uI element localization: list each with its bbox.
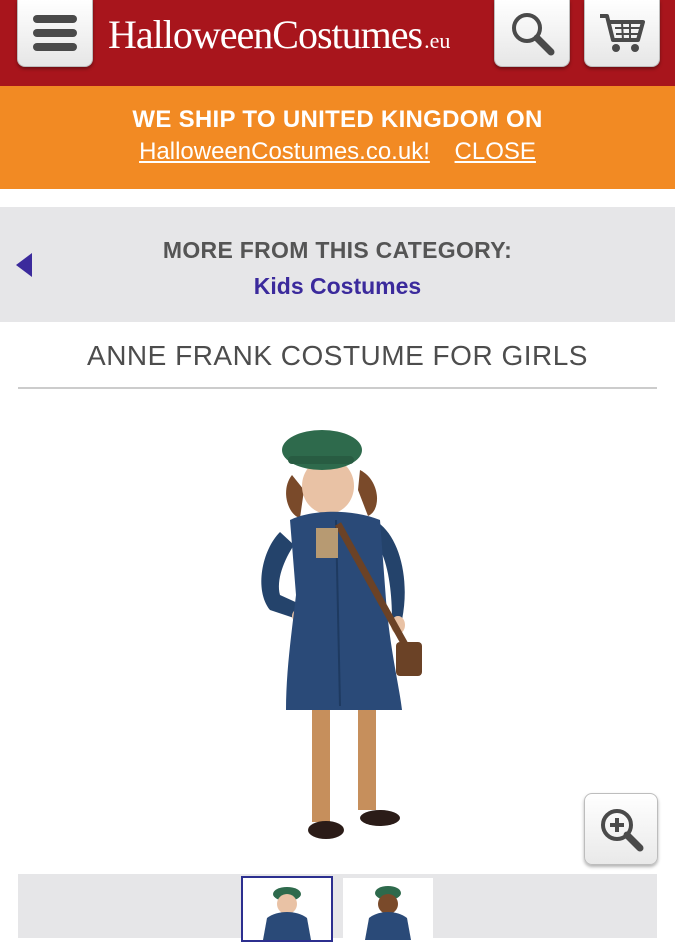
product-title: ANNE FRANK COSTUME FOR GIRLS (87, 340, 588, 371)
title-divider (18, 387, 657, 389)
hamburger-menu-icon (33, 15, 77, 51)
close-banner-link[interactable]: CLOSE (455, 138, 536, 165)
shipping-message: WE SHIP TO UNITED KINGDOM ON (132, 106, 543, 133)
magnifier-icon (512, 13, 555, 56)
search-button[interactable] (494, 0, 570, 67)
shopping-cart-icon (600, 14, 645, 52)
site-logo[interactable]: HalloweenCostumes .eu (108, 6, 468, 62)
shipping-banner: WE SHIP TO UNITED KINGDOM ON HalloweenCo… (0, 86, 675, 189)
zoom-button[interactable] (584, 793, 658, 865)
category-label: MORE FROM THIS CATEGORY: (162, 237, 513, 263)
cart-button[interactable] (584, 0, 660, 67)
menu-button[interactable] (17, 0, 93, 67)
logo-tld: .eu (424, 28, 451, 53)
zoom-in-icon (601, 809, 644, 852)
category-bar: MORE FROM THIS CATEGORY: Kids Costumes (0, 207, 675, 322)
shipping-links: HalloweenCostumes.co.uk! CLOSE (0, 138, 675, 166)
product-image[interactable] (240, 420, 440, 860)
product-thumbnail[interactable] (241, 876, 333, 942)
category-link[interactable]: Kids Costumes (0, 273, 675, 300)
thumbnail-strip (18, 874, 657, 942)
site-header: HalloweenCostumes .eu (0, 0, 675, 86)
product-thumbnail[interactable] (343, 878, 433, 940)
uk-site-link[interactable]: HalloweenCostumes.co.uk! (139, 138, 430, 165)
logo-text: HalloweenCostumes (108, 11, 423, 57)
